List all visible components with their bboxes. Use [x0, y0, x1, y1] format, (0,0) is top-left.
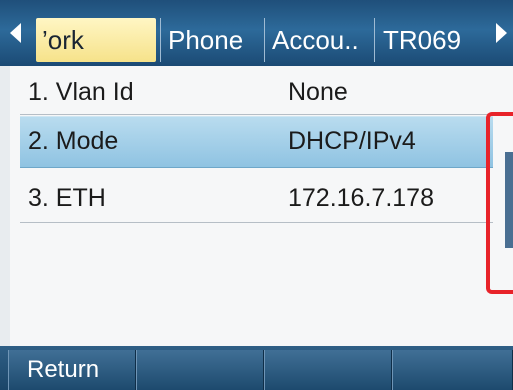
softkey-2[interactable]: [136, 350, 264, 390]
list-item-label: 3. ETH: [28, 184, 106, 212]
tab-divider: [264, 18, 265, 62]
list-item-label: 2. Mode: [28, 127, 119, 155]
tab-phone[interactable]: Phone: [162, 18, 262, 62]
softkey-3[interactable]: [264, 350, 392, 390]
tab-scroll-left-icon[interactable]: [2, 8, 30, 58]
row-divider: [20, 114, 493, 115]
tab-scroll-right-icon[interactable]: [487, 8, 513, 58]
list-item-value: DHCP/IPv4: [288, 127, 416, 155]
list-item-value: 172.16.7.178: [288, 184, 434, 212]
annotation-highlight-box: [486, 112, 513, 294]
tab-account[interactable]: Accou..: [266, 18, 372, 62]
list-item-label: 1. Vlan Id: [28, 78, 134, 106]
tab-divider: [374, 18, 375, 62]
list-item-mode[interactable]: 2. Mode DHCP/IPv4: [20, 116, 493, 168]
tab-divider: [160, 18, 161, 62]
row-divider: [20, 222, 493, 223]
tab-tr069[interactable]: TR069: [377, 18, 483, 62]
tab-bar: ’ork Phone Accou.. TR069: [0, 0, 513, 66]
tab-network[interactable]: ’ork: [36, 18, 156, 62]
list-item-value: None: [288, 78, 348, 106]
softkey-4[interactable]: [392, 350, 513, 390]
return-softkey[interactable]: Return: [8, 350, 136, 390]
softkey-bar: Return: [0, 346, 513, 390]
list-item-eth[interactable]: 3. ETH 172.16.7.178: [20, 172, 493, 228]
